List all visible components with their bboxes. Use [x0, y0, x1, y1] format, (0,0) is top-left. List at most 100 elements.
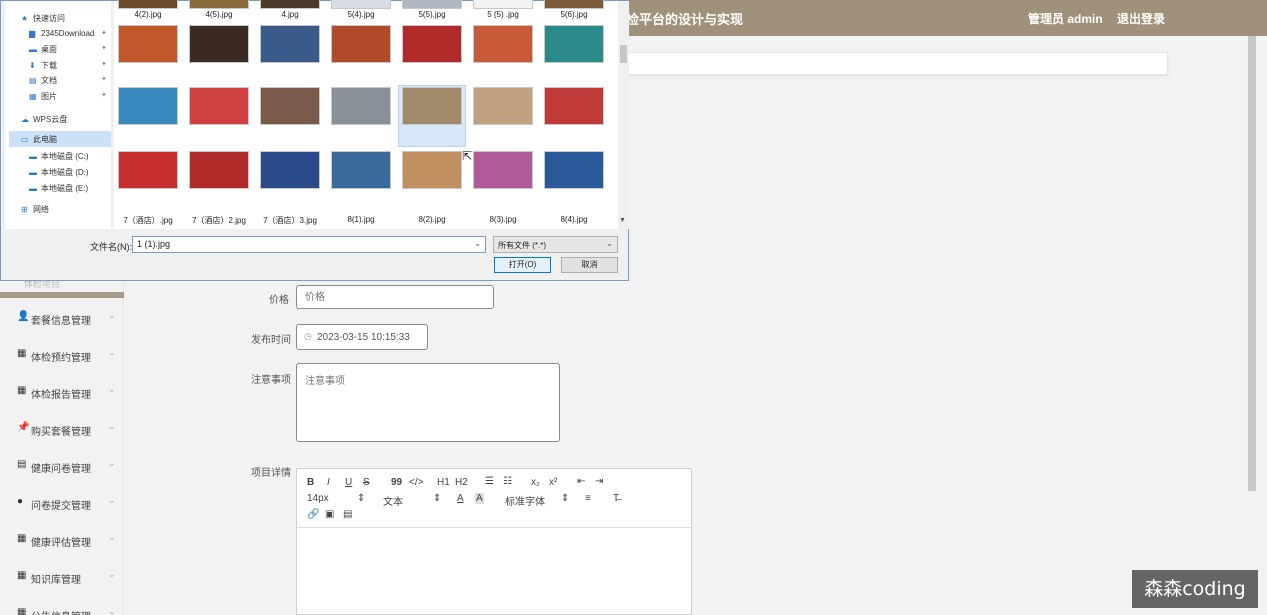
- pin-icon[interactable]: ✦: [101, 44, 107, 52]
- bold-button[interactable]: B: [307, 477, 314, 488]
- chevron-down-icon: ⌄: [108, 495, 116, 505]
- link-icon[interactable]: 🔗: [307, 509, 319, 520]
- video-icon[interactable]: ▤: [343, 509, 352, 520]
- image-thumbnail: [544, 151, 604, 189]
- chevron-down-icon: ⌄: [108, 347, 116, 357]
- chevron-down-icon[interactable]: ⌄: [606, 239, 613, 248]
- grid-icon: ▦: [17, 533, 27, 544]
- current-user[interactable]: 管理员 admin: [1028, 10, 1103, 27]
- file-name: 5 (5) .jpg: [487, 10, 519, 19]
- file-name: 5(5).jpg: [418, 10, 446, 19]
- font-family-select[interactable]: 标准字体: [505, 493, 545, 508]
- notes-textarea[interactable]: [296, 363, 560, 442]
- filename-input[interactable]: 1 (1).jpg ⌄: [132, 236, 486, 253]
- location-icon: ●: [17, 496, 24, 507]
- notes-label: 注意事项: [251, 375, 291, 386]
- image-thumbnail: [331, 151, 391, 189]
- code-block-button[interactable]: </>: [409, 477, 423, 488]
- cancel-button[interactable]: 取消: [561, 257, 618, 273]
- font-size-select[interactable]: 14px: [307, 493, 329, 504]
- publish-time-label: 发布时间: [251, 335, 291, 346]
- align-icon[interactable]: ≡: [585, 493, 591, 504]
- text-style-select[interactable]: 文本: [383, 493, 403, 508]
- image-thumbnail: [118, 87, 178, 125]
- sidebar-item[interactable]: ▦ 健康评估管理 ⌄: [0, 525, 124, 555]
- price-input[interactable]: [296, 285, 494, 309]
- nav-item[interactable]: ☁ WPS云盘: [21, 114, 67, 125]
- chevron-down-icon[interactable]: ⌄: [474, 239, 481, 248]
- pin-icon[interactable]: ✦: [101, 60, 107, 68]
- outdent-icon[interactable]: ⇤: [577, 476, 585, 487]
- image-thumbnail: [189, 151, 249, 189]
- filetype-select[interactable]: 所有文件 (*.*) ⌄: [493, 236, 618, 253]
- nav-item[interactable]: ▬ 桌面 ✦: [29, 44, 107, 55]
- file-list-scrollbar[interactable]: ▼: [618, 1, 629, 229]
- strikethrough-button[interactable]: S: [363, 477, 370, 488]
- sidebar-item-label: 知识库管理: [31, 575, 81, 586]
- nav-item[interactable]: ▆ 2345Download ✦: [29, 29, 107, 38]
- nav-item[interactable]: ▭ 此电脑: [21, 134, 57, 145]
- indent-icon[interactable]: ⇥: [595, 476, 603, 487]
- document-icon: ▤: [17, 459, 27, 470]
- rich-text-editor: B I U S 99 </> H1 H2 ☰ ☷ x₂ x² ⇤ ⇥ 14px …: [296, 468, 692, 615]
- heading2-button[interactable]: H2: [455, 477, 468, 488]
- nav-item[interactable]: ▬ 本地磁盘 (C:): [29, 151, 89, 162]
- scroll-down-icon[interactable]: ▼: [619, 217, 626, 224]
- heading1-button[interactable]: H1: [437, 477, 450, 488]
- publish-time-picker[interactable]: ◷ 2023-03-15 10:15:33: [296, 324, 428, 350]
- nav-item[interactable]: ⬇ 下载 ✦: [29, 60, 107, 71]
- sidebar-item[interactable]: ▦ 体检报告管理 ⌄: [0, 377, 124, 407]
- sidebar-item[interactable]: ▦ 体检预约管理 ⌄: [0, 340, 124, 370]
- logout-link[interactable]: 退出登录: [1117, 10, 1165, 27]
- chevron-down-icon: ⌄: [108, 606, 116, 615]
- sidebar-item-label: 问卷提交管理: [31, 501, 91, 512]
- nav-item[interactable]: ▬ 本地磁盘 (E:): [29, 183, 88, 194]
- sidebar-item[interactable]: ▦ 知识库管理 ⌄: [0, 562, 124, 592]
- underline-button[interactable]: U: [345, 477, 352, 488]
- nav-item[interactable]: ★ 快速访问: [21, 13, 65, 24]
- page-scrollbar[interactable]: [1248, 36, 1256, 491]
- scrollbar-thumb[interactable]: [620, 45, 627, 63]
- nav-item-label: 本地磁盘 (E:): [41, 184, 89, 193]
- file-name: 7（酒店）.jpg: [123, 216, 173, 225]
- background-color-icon[interactable]: A: [475, 493, 484, 504]
- nav-item[interactable]: ▬ 本地磁盘 (D:): [29, 167, 89, 178]
- nav-item[interactable]: ▦ 图片 ✦: [29, 91, 107, 102]
- font-size-arrow-icon: ⇕: [357, 493, 366, 504]
- pin-icon[interactable]: ✦: [101, 29, 107, 37]
- image-icon[interactable]: ▣: [325, 509, 334, 520]
- image-thumbnail: [402, 87, 462, 125]
- text-style-arrow-icon: ⇕: [433, 493, 442, 504]
- sidebar-item[interactable]: 👤 套餐信息管理 ⌄: [0, 303, 124, 333]
- nav-item[interactable]: ⊞ 网络: [21, 204, 49, 215]
- subscript-icon[interactable]: x₂: [531, 477, 540, 488]
- blockquote-button[interactable]: 99: [391, 477, 402, 488]
- ordered-list-icon[interactable]: ☰: [485, 476, 494, 487]
- clear-format-icon[interactable]: T̶: [613, 493, 619, 504]
- image-thumbnail: [260, 0, 320, 9]
- pin-icon[interactable]: ✦: [101, 91, 107, 99]
- font-color-icon[interactable]: A: [457, 493, 464, 504]
- nav-item[interactable]: ▤ 文档 ✦: [29, 75, 107, 86]
- nav-item-label: 文档: [41, 76, 57, 85]
- sidebar-item[interactable]: 📌 购买套餐管理 ⌄: [0, 414, 124, 444]
- chevron-down-icon: ⌄: [108, 384, 116, 394]
- italic-button[interactable]: I: [327, 477, 330, 488]
- superscript-icon[interactable]: x²: [549, 477, 557, 488]
- grid-icon: ▦: [17, 570, 27, 581]
- sidebar-item[interactable]: ▤ 健康问卷管理 ⌄: [0, 451, 124, 481]
- pin-icon[interactable]: ✦: [101, 75, 107, 83]
- image-thumbnail: [544, 87, 604, 125]
- sidebar-item-label: 体检预约管理: [31, 353, 91, 364]
- nav-item-label: 桌面: [41, 45, 57, 54]
- image-thumbnail: [260, 87, 320, 125]
- open-button[interactable]: 打开(O): [494, 257, 551, 273]
- image-thumbnail: [118, 0, 178, 9]
- filename-label: 文件名(N):: [90, 242, 132, 252]
- drive-icon: ▬: [29, 152, 37, 161]
- sidebar-item[interactable]: ▦ 公告信息管理 ⌄: [0, 599, 124, 615]
- bullet-list-icon[interactable]: ☷: [503, 476, 512, 487]
- sidebar-item[interactable]: ● 问卷提交管理 ⌄: [0, 488, 124, 518]
- image-thumbnail: [473, 151, 533, 189]
- image-thumbnail: [260, 151, 320, 189]
